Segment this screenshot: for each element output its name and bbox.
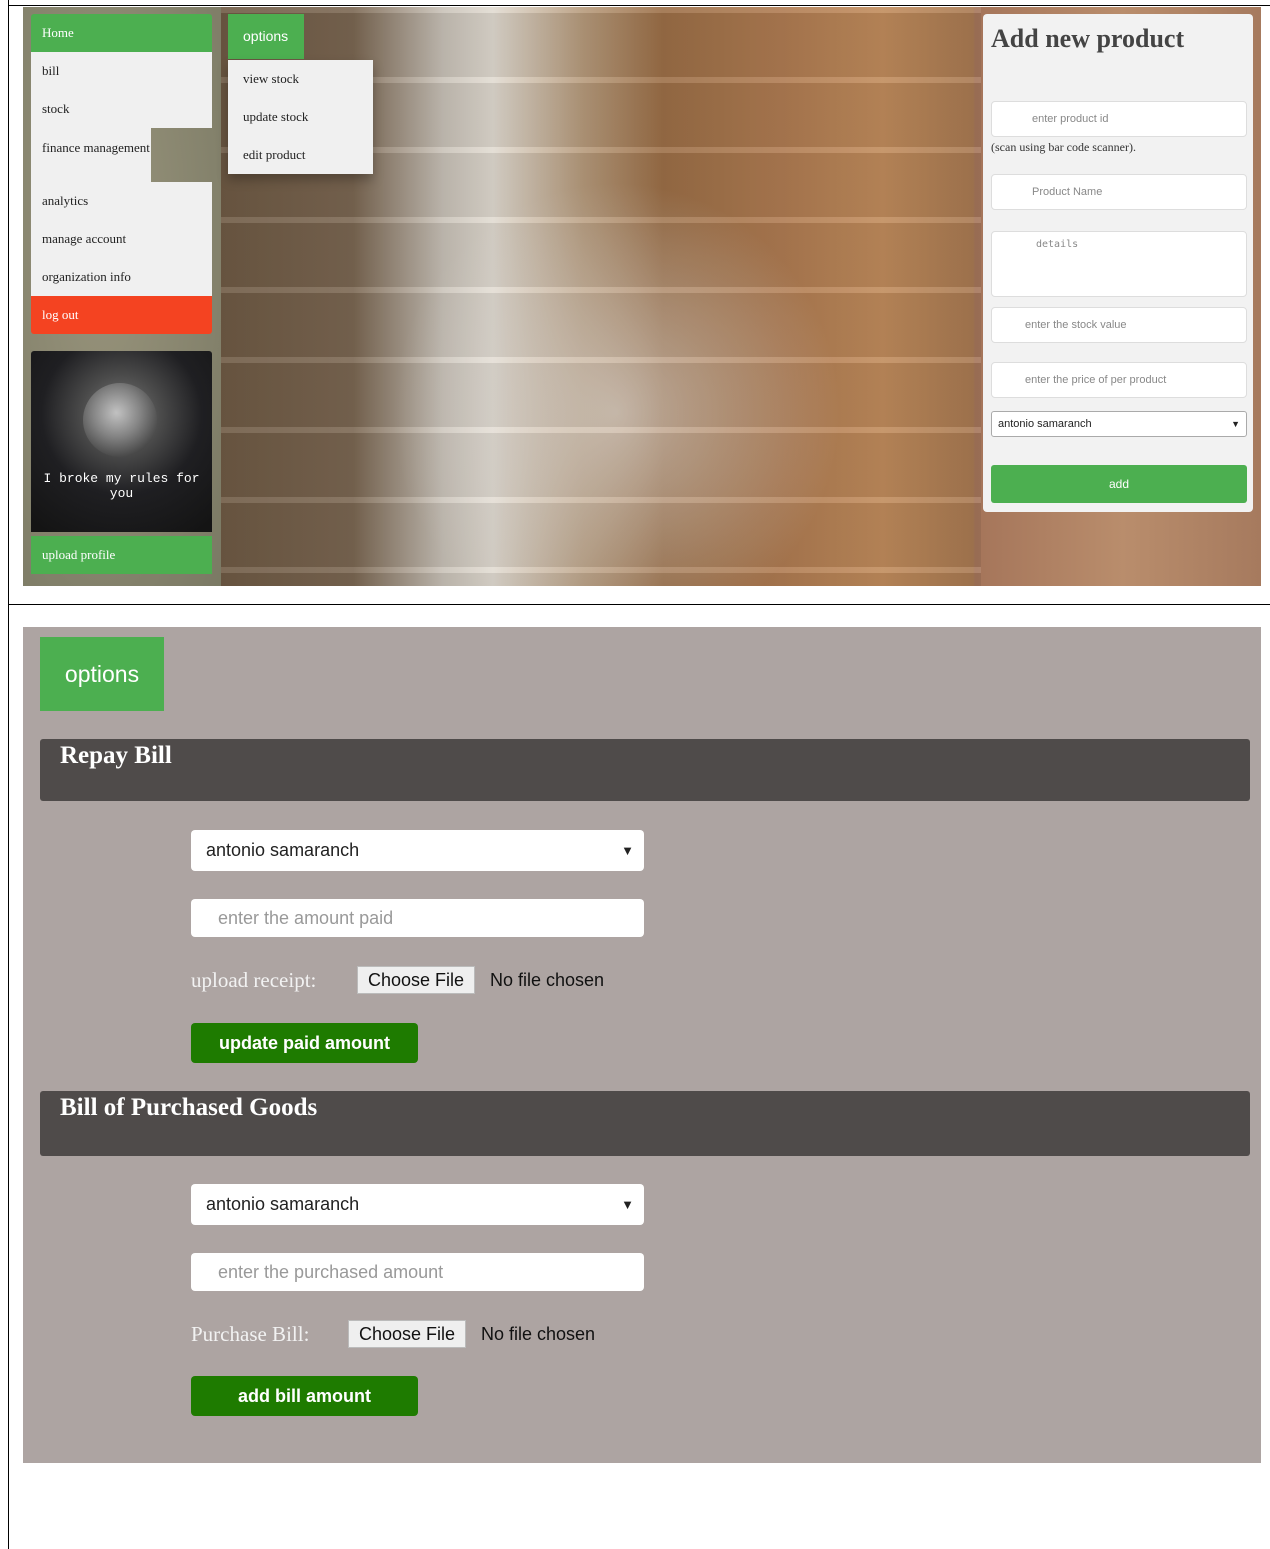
purchase-bill-header: Bill of Purchased Goods bbox=[40, 1091, 1250, 1156]
options-dropdown: view stock update stock edit product bbox=[228, 60, 373, 174]
repay-vendor-select[interactable]: antonio samaranch ▼ bbox=[191, 830, 644, 871]
sidebar-item-bill[interactable]: bill bbox=[31, 52, 212, 90]
sidebar-item-analytics[interactable]: analytics bbox=[31, 182, 212, 220]
details-textarea[interactable]: details bbox=[991, 231, 1247, 297]
dropdown-arrow-icon: ▼ bbox=[621, 843, 634, 858]
vendor-select-value: antonio samaranch bbox=[998, 418, 1092, 430]
add-bill-amount-button[interactable]: add bill amount bbox=[191, 1376, 418, 1416]
page-frame-divider bbox=[8, 604, 1270, 605]
upload-receipt-label: upload receipt: bbox=[191, 968, 317, 992]
sidebar-item-organization-info[interactable]: organization info bbox=[31, 258, 212, 296]
profile-picture: I broke my rules for you bbox=[31, 351, 212, 532]
stock-value-input[interactable]: enter the stock value bbox=[991, 307, 1247, 343]
purchase-file-status: No file chosen bbox=[481, 1324, 596, 1344]
dropdown-arrow-icon: ▼ bbox=[621, 1197, 634, 1212]
purchase-vendor-value: antonio samaranch bbox=[206, 1194, 360, 1214]
menu-item-view-stock[interactable]: view stock bbox=[228, 60, 373, 98]
logout-button[interactable]: log out bbox=[31, 296, 212, 334]
purchase-vendor-select[interactable]: antonio samaranch ▼ bbox=[191, 1184, 644, 1225]
repay-bill-title: Repay Bill bbox=[60, 742, 172, 769]
finance-screen: options Repay Bill antonio samaranch ▼ e… bbox=[23, 627, 1261, 1463]
options-button[interactable]: options bbox=[40, 637, 164, 711]
price-input[interactable]: enter the price of per product bbox=[991, 362, 1247, 398]
scan-hint: (scan using bar code scanner). bbox=[991, 140, 1136, 154]
stock-screen: Home bill stock finance management analy… bbox=[23, 7, 1261, 586]
update-paid-amount-button[interactable]: update paid amount bbox=[191, 1023, 418, 1063]
sidebar-item-finance[interactable]: finance management bbox=[31, 128, 151, 182]
vendor-select[interactable]: antonio samaranch ▼ bbox=[991, 411, 1247, 437]
sidebar-menu: Home bill stock finance management analy… bbox=[31, 14, 212, 334]
profile-quote: I broke my rules for you bbox=[43, 471, 200, 501]
sidebar-item-manage-account[interactable]: manage account bbox=[31, 220, 212, 258]
purchase-bill-label: Purchase Bill: bbox=[191, 1322, 310, 1346]
receipt-file-status: No file chosen bbox=[490, 970, 605, 990]
product-id-input[interactable]: enter product id bbox=[991, 101, 1247, 137]
repay-bill-header: Repay Bill bbox=[40, 739, 1250, 801]
purchase-bill-title: Bill of Purchased Goods bbox=[60, 1094, 318, 1121]
add-product-title: Add new product bbox=[991, 24, 1185, 53]
amount-paid-input[interactable]: enter the amount paid bbox=[191, 899, 644, 937]
purchase-choose-file-button[interactable]: Choose File bbox=[348, 1320, 467, 1348]
crystal-ball-image bbox=[83, 383, 157, 457]
repay-vendor-value: antonio samaranch bbox=[206, 840, 360, 860]
page-frame-left bbox=[8, 0, 9, 1549]
sidebar-item-home[interactable]: Home bbox=[31, 14, 212, 52]
page-frame-top bbox=[8, 5, 1270, 6]
upload-profile-button[interactable]: upload profile bbox=[31, 536, 212, 574]
receipt-choose-file-button[interactable]: Choose File bbox=[357, 966, 476, 994]
menu-item-update-stock[interactable]: update stock bbox=[228, 98, 373, 136]
purchased-amount-input[interactable]: enter the purchased amount bbox=[191, 1253, 644, 1291]
dropdown-arrow-icon: ▼ bbox=[1231, 419, 1240, 429]
sidebar-item-stock[interactable]: stock bbox=[31, 90, 212, 128]
menu-item-edit-product[interactable]: edit product bbox=[228, 136, 373, 174]
options-tab[interactable]: options bbox=[228, 14, 304, 59]
product-name-input[interactable]: Product Name bbox=[991, 174, 1247, 210]
add-product-button[interactable]: add bbox=[991, 465, 1247, 503]
add-product-panel: Add new product enter product id (scan u… bbox=[983, 14, 1253, 512]
